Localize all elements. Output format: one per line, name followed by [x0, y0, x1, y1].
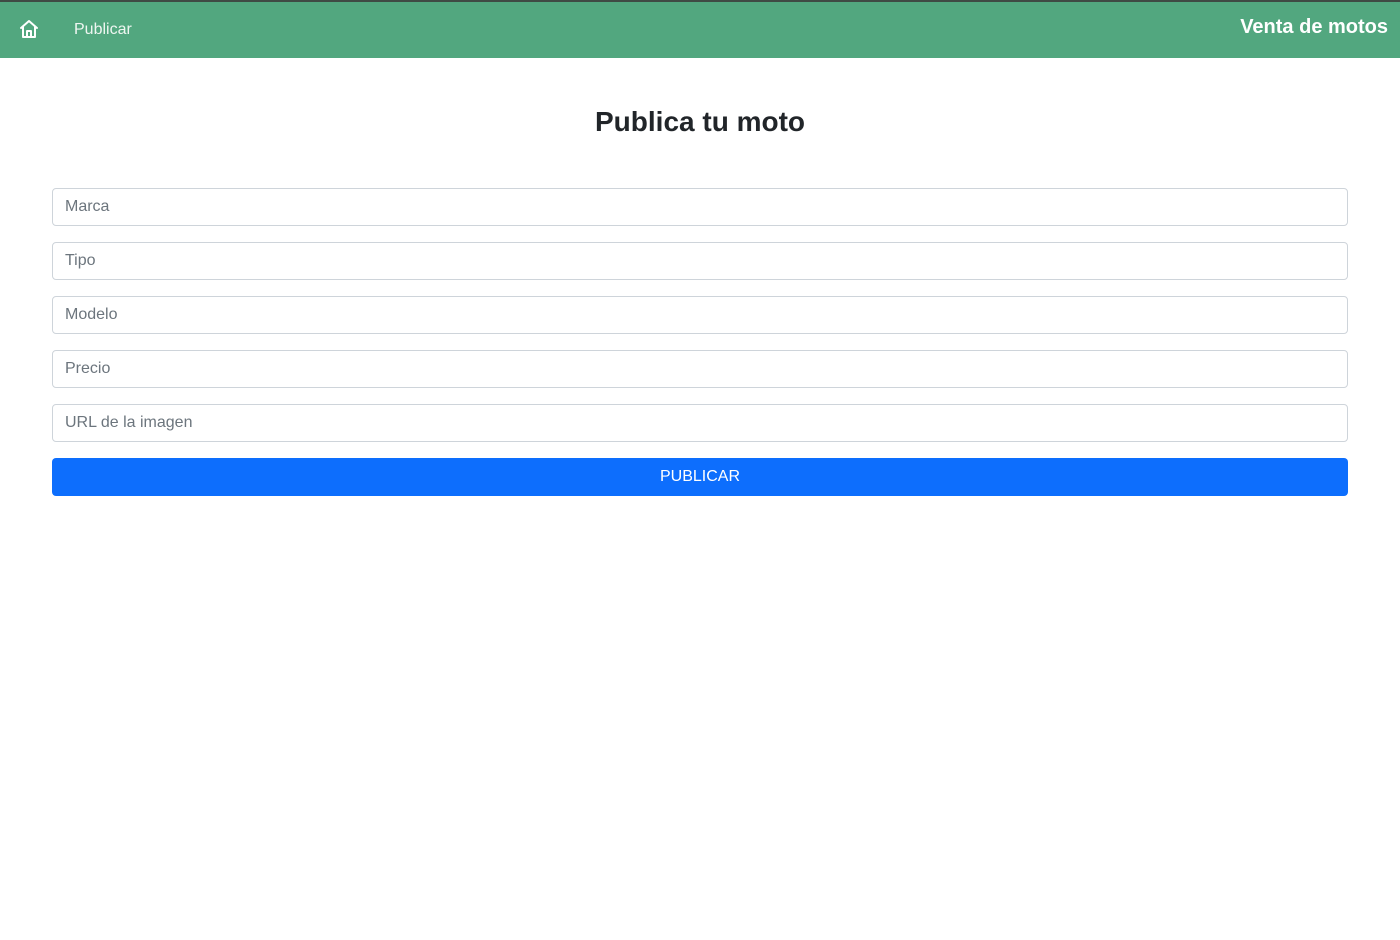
- brand-title: Venta de motos: [1240, 16, 1388, 38]
- publish-form: PUBLICAR: [52, 188, 1348, 496]
- precio-input[interactable]: [52, 350, 1348, 388]
- marca-input[interactable]: [52, 188, 1348, 226]
- nav-link-publicar[interactable]: Publicar: [74, 21, 132, 39]
- modelo-input[interactable]: [52, 296, 1348, 334]
- image-url-input[interactable]: [52, 404, 1348, 442]
- tipo-input[interactable]: [52, 242, 1348, 280]
- top-navbar: Publicar Venta de motos: [0, 0, 1400, 58]
- page-title: Publica tu moto: [595, 106, 805, 137]
- publish-button[interactable]: PUBLICAR: [52, 458, 1348, 496]
- home-icon[interactable]: [18, 18, 40, 40]
